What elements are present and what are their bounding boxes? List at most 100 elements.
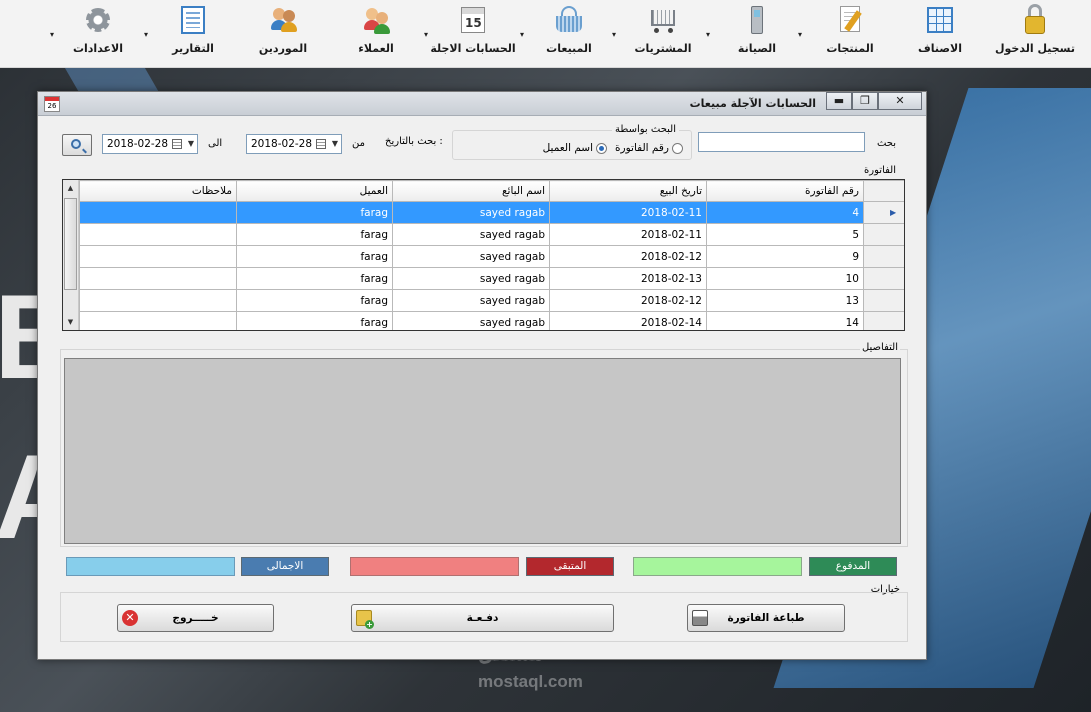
cell-date[interactable]: 2018-02-11 bbox=[549, 201, 707, 224]
details-panel[interactable] bbox=[64, 358, 901, 544]
cell-customer[interactable]: farag bbox=[236, 201, 393, 224]
table-row[interactable]: farag sayed ragab 2018-02-14 14 bbox=[79, 311, 904, 330]
remaining-value-box bbox=[350, 557, 519, 576]
cell-date[interactable]: 2018-02-13 bbox=[549, 267, 707, 290]
payment-add-icon bbox=[356, 610, 374, 629]
cell-notes[interactable] bbox=[79, 223, 237, 246]
cell-notes[interactable] bbox=[79, 245, 237, 268]
toolbar-item-maintenance[interactable]: الصيانة bbox=[712, 4, 802, 64]
row-header-corner bbox=[863, 180, 904, 202]
cell-customer[interactable]: farag bbox=[236, 223, 393, 246]
table-row[interactable]: farag sayed ragab 2018-02-12 13 bbox=[79, 289, 904, 312]
cell-invoice-number[interactable]: 9 bbox=[706, 245, 864, 268]
radio-label: رقم الفاتورة bbox=[615, 142, 669, 154]
lock-icon bbox=[1019, 4, 1051, 36]
dropdown-arrow-icon[interactable]: ▾ bbox=[520, 30, 524, 39]
date-from-picker[interactable]: 2018-02-28 ▼ bbox=[246, 134, 342, 154]
cell-notes[interactable] bbox=[79, 267, 237, 290]
radio-button[interactable] bbox=[596, 142, 608, 154]
dropdown-arrow-icon[interactable]: ▾ bbox=[144, 30, 148, 39]
exit-label: خـــــروج bbox=[172, 612, 219, 624]
cell-seller[interactable]: sayed ragab bbox=[392, 289, 550, 312]
cell-seller[interactable]: sayed ragab bbox=[392, 311, 550, 330]
search-button[interactable] bbox=[62, 134, 92, 156]
dropdown-arrow-icon[interactable]: ▾ bbox=[50, 30, 54, 39]
table-row[interactable]: farag sayed ragab 2018-02-11 5 bbox=[79, 223, 904, 246]
cell-seller[interactable]: sayed ragab bbox=[392, 245, 550, 268]
scroll-thumb[interactable] bbox=[64, 198, 77, 290]
toolbar-item-reports[interactable]: التقارير bbox=[148, 4, 238, 64]
toolbar-item-sales[interactable]: المبيعات bbox=[524, 4, 614, 64]
row-header[interactable] bbox=[863, 289, 904, 312]
toolbar-item-products[interactable]: المنتجات bbox=[805, 4, 895, 64]
toolbar-item-categories[interactable]: الاصناف bbox=[895, 4, 985, 64]
radio-invoice-number[interactable]: رقم الفاتورة bbox=[615, 142, 683, 154]
row-header[interactable] bbox=[863, 311, 904, 330]
cell-seller[interactable]: sayed ragab bbox=[392, 267, 550, 290]
invoices-table: ملاحظات العميل اسم البائع تاريخ البيع رق… bbox=[79, 180, 904, 330]
toolbar-item-settings[interactable]: الاعدادات bbox=[53, 4, 143, 64]
cell-date[interactable]: 2018-02-12 bbox=[549, 289, 707, 312]
cell-customer[interactable]: farag bbox=[236, 289, 393, 312]
cell-invoice-number[interactable]: 10 bbox=[706, 267, 864, 290]
selected-row-arrow-icon[interactable]: ▶ bbox=[863, 201, 904, 224]
watermark-latin: mostaql.com bbox=[478, 672, 583, 691]
cell-date[interactable]: 2018-02-14 bbox=[549, 311, 707, 330]
vertical-scrollbar[interactable]: ▲ ▼ bbox=[63, 180, 79, 330]
cell-invoice-number[interactable]: 5 bbox=[706, 223, 864, 246]
paid-value-box bbox=[633, 557, 802, 576]
toolbar-item-purchases[interactable]: المشتريات bbox=[618, 4, 708, 64]
paid-label: المدفوع bbox=[809, 557, 897, 576]
cell-seller[interactable]: sayed ragab bbox=[392, 223, 550, 246]
radio-button[interactable] bbox=[672, 142, 683, 154]
radio-customer-name[interactable]: اسم العميل bbox=[542, 142, 608, 154]
search-input[interactable] bbox=[698, 132, 865, 152]
cell-invoice-number[interactable]: 14 bbox=[706, 311, 864, 330]
gear-icon bbox=[82, 4, 114, 36]
cell-notes[interactable] bbox=[79, 311, 237, 330]
cell-customer[interactable]: farag bbox=[236, 245, 393, 268]
window-titlebar[interactable]: 26 الحسابات الآجلة مبيعات ▬ ❐ ✕ bbox=[38, 92, 926, 116]
maximize-button[interactable]: ❐ bbox=[852, 92, 878, 110]
cell-customer[interactable]: farag bbox=[236, 311, 393, 330]
cell-seller[interactable]: sayed ragab bbox=[392, 201, 550, 224]
cell-invoice-number[interactable]: 4 bbox=[706, 201, 864, 224]
dropdown-arrow-icon[interactable]: ▾ bbox=[424, 30, 428, 39]
shopping-cart-icon bbox=[647, 4, 679, 36]
toolbar-item-deferred-accounts[interactable]: 15 الحسابات الاجلة bbox=[428, 4, 518, 64]
radio-label: اسم العميل bbox=[542, 142, 594, 154]
cell-invoice-number[interactable]: 13 bbox=[706, 289, 864, 312]
toolbar-item-suppliers[interactable]: الموردين bbox=[238, 4, 328, 64]
table-row[interactable]: farag sayed ragab 2018-02-11 4 ▶ bbox=[79, 201, 904, 224]
cell-customer[interactable]: farag bbox=[236, 267, 393, 290]
column-header-customer[interactable]: العميل bbox=[236, 180, 393, 202]
table-row[interactable]: farag sayed ragab 2018-02-13 10 bbox=[79, 267, 904, 290]
exit-button[interactable]: ✕ خـــــروج bbox=[117, 604, 274, 632]
cell-notes[interactable] bbox=[79, 201, 237, 224]
row-header[interactable] bbox=[863, 245, 904, 268]
cell-date[interactable]: 2018-02-12 bbox=[549, 245, 707, 268]
print-invoice-button[interactable]: طباعة الفاتورة bbox=[687, 604, 845, 632]
row-header[interactable] bbox=[863, 223, 904, 246]
column-header-sale-date[interactable]: تاريخ البيع bbox=[549, 180, 707, 202]
payment-button[interactable]: دفـعـة bbox=[351, 604, 614, 632]
suppliers-icon bbox=[267, 4, 299, 36]
cell-date[interactable]: 2018-02-11 bbox=[549, 223, 707, 246]
scroll-down-icon[interactable]: ▼ bbox=[63, 315, 78, 329]
column-header-invoice-number[interactable]: رقم الفاتورة bbox=[706, 180, 864, 202]
dropdown-arrow-icon[interactable]: ▼ bbox=[332, 135, 338, 153]
calendar-icon: 15 bbox=[457, 4, 489, 36]
column-header-seller[interactable]: اسم البائع bbox=[392, 180, 550, 202]
row-header[interactable] bbox=[863, 267, 904, 290]
dropdown-arrow-icon[interactable]: ▼ bbox=[188, 135, 194, 153]
search-by-title: البحث بواسطة bbox=[612, 124, 679, 135]
column-header-notes[interactable]: ملاحظات bbox=[79, 180, 237, 202]
toolbar-item-login[interactable]: تسجيل الدخول bbox=[990, 4, 1080, 64]
scroll-up-icon[interactable]: ▲ bbox=[63, 181, 78, 195]
table-row[interactable]: farag sayed ragab 2018-02-12 9 bbox=[79, 245, 904, 268]
date-to-picker[interactable]: 2018-02-28 ▼ bbox=[102, 134, 198, 154]
minimize-button[interactable]: ▬ bbox=[826, 92, 852, 110]
cell-notes[interactable] bbox=[79, 289, 237, 312]
close-button[interactable]: ✕ bbox=[878, 92, 922, 110]
toolbar-item-customers[interactable]: العملاء bbox=[331, 4, 421, 64]
